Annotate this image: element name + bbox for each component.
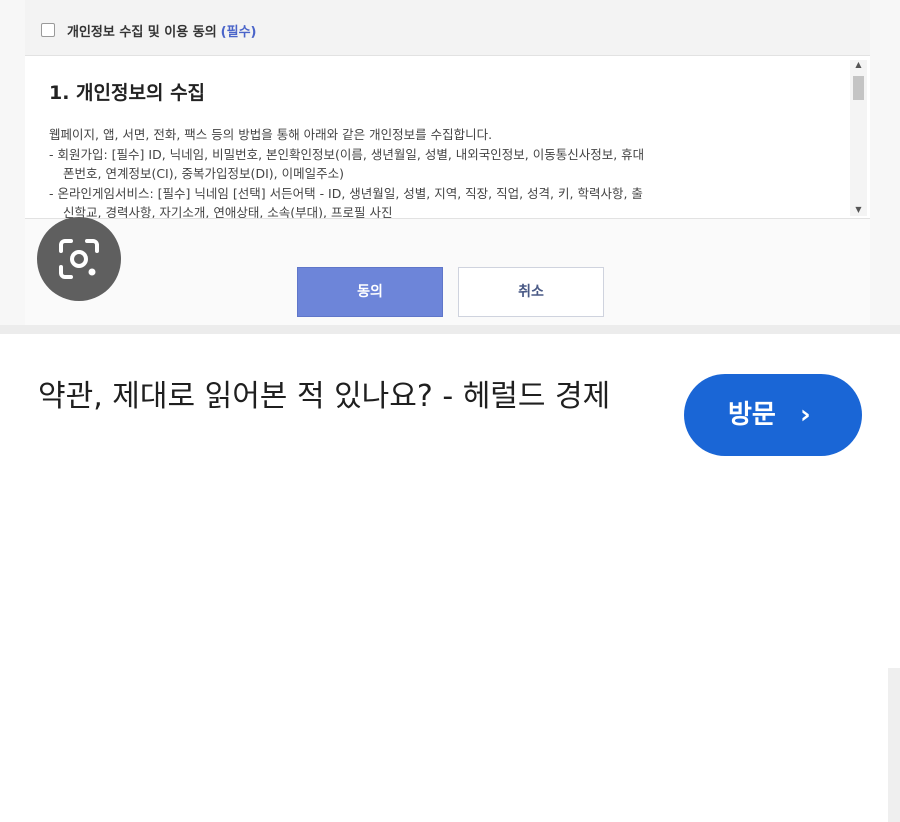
terms-heading: 1. 개인정보의 수집 <box>49 82 206 104</box>
scroll-thumb[interactable] <box>853 76 864 100</box>
lens-camera-icon[interactable] <box>37 217 121 301</box>
source-card: 약관, 제대로 읽어본 적 있나요? - 헤럴드 경제 방문 › <box>0 334 900 822</box>
consent-dialog: 개인정보 수집 및 이용 동의 (필수) 1. 개인정보의 수집 웹페이지, 앱,… <box>25 0 870 325</box>
agree-button[interactable]: 동의 <box>297 267 443 317</box>
terms-line: - 온라인게임서비스: [필수] 닉네임 [선택] 서든어택 - ID, 생년월… <box>49 185 643 201</box>
terms-line: 폰번호, 연계정보(CI), 중복가입정보(DI), 이메일주소) <box>63 166 344 181</box>
lens-camera-glyph <box>59 239 99 279</box>
divider <box>0 325 900 334</box>
consent-required-label: (필수) <box>220 25 257 40</box>
terms-content: 1. 개인정보의 수집 웹페이지, 앱, 서면, 전화, 팩스 등의 방법을 통… <box>49 78 849 219</box>
screenshot-image: 개인정보 수집 및 이용 동의 (필수) 1. 개인정보의 수집 웹페이지, 앱,… <box>0 0 900 325</box>
terms-box[interactable]: 1. 개인정보의 수집 웹페이지, 앱, 서면, 전화, 팩스 등의 방법을 통… <box>25 56 870 219</box>
scroll-down-arrow-icon[interactable]: ▼ <box>853 205 864 214</box>
consent-checkbox[interactable] <box>41 23 55 37</box>
chevron-right-icon: › <box>800 400 811 430</box>
consent-title: 개인정보 수집 및 이용 동의 (필수) <box>67 21 256 40</box>
cancel-button[interactable]: 취소 <box>458 267 604 317</box>
consent-header: 개인정보 수집 및 이용 동의 (필수) <box>25 0 870 56</box>
consent-title-text: 개인정보 수집 및 이용 동의 <box>67 25 217 40</box>
result-title[interactable]: 약관, 제대로 읽어본 적 있나요? - 헤럴드 경제 <box>38 374 638 419</box>
terms-scrollbar[interactable]: ▲ ▼ <box>850 60 867 216</box>
visit-button[interactable]: 방문 › <box>684 374 862 456</box>
scroll-up-arrow-icon[interactable]: ▲ <box>853 60 864 69</box>
page-edge <box>888 668 900 822</box>
terms-line: 신학교, 경력사항, 자기소개, 연애상태, 소속(부대), 프로필 사진 <box>63 205 393 219</box>
visit-button-label: 방문 <box>728 400 776 430</box>
terms-line: 웹페이지, 앱, 서면, 전화, 팩스 등의 방법을 통해 아래와 같은 개인정… <box>49 127 493 142</box>
terms-line: - 회원가입: [필수] ID, 닉네임, 비밀번호, 본인확인정보(이름, 생… <box>49 146 645 162</box>
